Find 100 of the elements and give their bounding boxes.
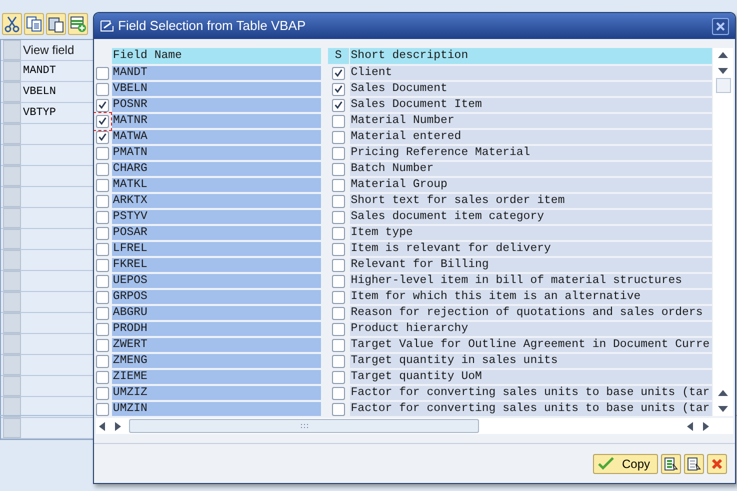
checkbox[interactable] <box>332 210 345 224</box>
column-header: S <box>328 48 349 64</box>
checkbox[interactable] <box>332 338 345 352</box>
scroll-right-icon[interactable] <box>115 422 121 430</box>
checkbox[interactable] <box>332 162 345 176</box>
copy-button[interactable] <box>24 13 44 35</box>
scroll-up-icon[interactable] <box>718 390 728 396</box>
checkbox[interactable] <box>332 66 345 80</box>
scroll-left-icon[interactable] <box>687 422 693 430</box>
table-cell: PRODH <box>112 322 321 336</box>
table-cell: PMATN <box>112 146 321 160</box>
close-icon <box>711 458 723 470</box>
table-cell: Item type <box>350 226 712 240</box>
checkbox[interactable] <box>96 290 109 304</box>
checkbox[interactable] <box>332 402 345 416</box>
close-button[interactable] <box>712 18 729 34</box>
table-cell: UMZIN <box>112 402 321 416</box>
select-all-icon <box>664 456 678 470</box>
checkbox[interactable] <box>96 306 109 320</box>
select-all-button[interactable] <box>661 454 681 474</box>
table-cell: Relevant for Billing <box>350 258 712 272</box>
checkbox[interactable] <box>96 226 109 240</box>
checkbox[interactable] <box>96 162 109 176</box>
checkbox[interactable] <box>332 226 345 240</box>
checkbox[interactable] <box>332 98 345 112</box>
checkbox[interactable] <box>96 258 109 272</box>
window-title: Field Selection from Table VBAP <box>118 17 306 36</box>
checkbox[interactable] <box>332 178 345 192</box>
insert-row-button[interactable] <box>68 13 88 35</box>
checkbox[interactable] <box>332 274 345 288</box>
paste-button[interactable] <box>46 13 66 35</box>
checkbox[interactable] <box>96 386 109 400</box>
deselect-all-button[interactable] <box>684 454 704 474</box>
scroll-right-icon[interactable] <box>703 422 709 430</box>
table-cell: PSTYV <box>112 210 321 224</box>
checkbox[interactable] <box>96 242 109 256</box>
table-cell: POSNR <box>112 98 321 112</box>
cancel-button[interactable] <box>707 454 727 474</box>
scroll-thumb[interactable] <box>716 78 730 93</box>
table-cell: Product hierarchy <box>350 322 712 336</box>
table-cell: Sales Document Item <box>350 98 712 112</box>
checkbox[interactable] <box>96 194 109 208</box>
checkbox[interactable] <box>332 114 345 128</box>
table-cell: Higher-level item in bill of material structures <box>350 274 712 288</box>
checkbox[interactable] <box>332 82 345 96</box>
checkbox[interactable] <box>332 322 345 336</box>
table-cell: POSAR <box>112 226 321 240</box>
checkbox[interactable] <box>96 146 109 160</box>
column-header: Field Name <box>112 48 321 64</box>
checkbox[interactable] <box>332 194 345 208</box>
checkbox[interactable] <box>96 66 109 80</box>
checkbox[interactable] <box>96 354 109 368</box>
checkbox[interactable] <box>332 146 345 160</box>
checkbox[interactable] <box>96 322 109 336</box>
scroll-down-icon[interactable] <box>718 406 728 412</box>
table-cell: MANDT <box>112 66 321 80</box>
table-cell: MATKL <box>112 178 321 192</box>
table-cell: Item is relevant for delivery <box>350 242 712 256</box>
table-cell: Target quantity in sales units <box>350 354 712 368</box>
checkbox[interactable] <box>332 130 345 144</box>
close-icon <box>715 20 726 32</box>
scroll-down-icon[interactable] <box>718 68 728 74</box>
table-cell: ARKTX <box>112 194 321 208</box>
checkbox[interactable] <box>96 82 109 96</box>
checkbox[interactable] <box>332 306 345 320</box>
checkbox[interactable] <box>96 274 109 288</box>
checkbox[interactable] <box>96 210 109 224</box>
checkbox[interactable] <box>96 178 109 192</box>
checkbox[interactable] <box>332 354 345 368</box>
checkbox[interactable] <box>332 370 345 384</box>
table-cell: FKREL <box>112 258 321 272</box>
scroll-thumb[interactable] <box>129 419 479 433</box>
scroll-left-icon[interactable] <box>99 422 105 430</box>
table-cell: Target quantity UoM <box>350 370 712 384</box>
checkbox[interactable] <box>96 98 109 112</box>
checkbox[interactable] <box>332 242 345 256</box>
paste-icon <box>47 15 65 33</box>
scissors-icon <box>3 15 21 33</box>
scroll-up-icon[interactable] <box>718 52 728 58</box>
checkbox[interactable] <box>332 258 345 272</box>
table-cell: Material Group <box>350 178 712 192</box>
table-cell: Factor for converting sales units to base units (tar <box>350 386 712 400</box>
checkbox[interactable] <box>96 338 109 352</box>
grip-icon <box>300 424 308 428</box>
column-header: View field <box>22 42 74 59</box>
vertical-scrollbar[interactable] <box>713 48 733 416</box>
checkbox[interactable] <box>332 290 345 304</box>
checkbox[interactable] <box>96 130 109 144</box>
horizontal-scrollbar[interactable] <box>96 418 733 434</box>
checkbox[interactable] <box>96 114 109 128</box>
table-cell: Batch Number <box>350 162 712 176</box>
table-cell-text: VBELN <box>22 85 56 100</box>
copy-button[interactable]: Copy <box>592 454 658 474</box>
table-cell: Factor for converting sales units to base units (tar <box>350 402 712 416</box>
checkbox[interactable] <box>332 386 345 400</box>
table-cell: VBELN <box>112 82 321 96</box>
table-cell: ZMENG <box>112 354 321 368</box>
scissors-button[interactable] <box>2 13 22 35</box>
checkbox[interactable] <box>96 402 109 416</box>
checkbox[interactable] <box>96 370 109 384</box>
